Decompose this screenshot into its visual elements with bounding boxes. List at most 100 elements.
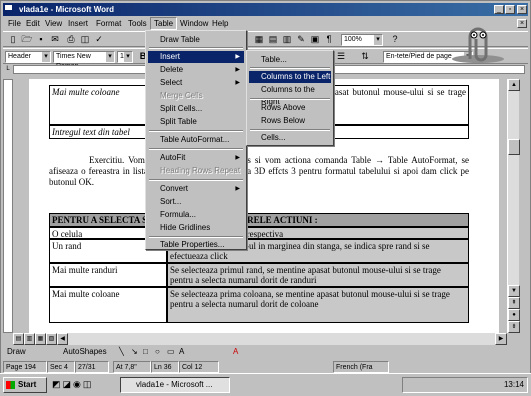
doc-close-icon[interactable]: × xyxy=(517,19,527,28)
maximize-icon[interactable]: ▫ xyxy=(505,5,515,14)
scroll-thumb[interactable] xyxy=(508,139,520,155)
vertical-ruler[interactable] xyxy=(3,79,13,333)
switch-header-icon[interactable]: ⇅ xyxy=(359,51,371,62)
next-page-icon[interactable]: ⇟ xyxy=(508,321,520,333)
menu-item-table-properties[interactable]: Table Properties... xyxy=(148,239,244,251)
arrow-icon[interactable]: ↘ xyxy=(131,345,138,359)
style-select[interactable]: Header xyxy=(5,51,51,63)
web-view-icon[interactable]: ▥ xyxy=(24,333,35,345)
menu-item-select[interactable]: Select ▶ xyxy=(148,77,244,89)
browse-object-icon[interactable]: ● xyxy=(508,309,520,321)
columns-icon[interactable]: ▥ xyxy=(281,34,293,45)
menu-item-heading-rows: Heading Rows Repeat xyxy=(160,166,241,175)
menu-item-insert[interactable]: Insert ▶ xyxy=(148,51,244,63)
new-icon[interactable]: ▯ xyxy=(7,34,19,45)
save-icon[interactable]: ▪ xyxy=(35,34,47,45)
drawing-icon[interactable]: ✎ xyxy=(295,34,307,45)
menu-table[interactable]: Table xyxy=(150,17,178,30)
system-tray: 13:14 xyxy=(402,377,528,393)
scroll-up-icon[interactable]: ▲ xyxy=(508,79,520,91)
tables-icon[interactable]: ▦ xyxy=(253,34,265,45)
status-column: Col 12 xyxy=(179,361,219,373)
menu-item-draw-table[interactable]: Draw Table xyxy=(148,34,244,46)
outline-view-icon[interactable]: ▧ xyxy=(46,333,57,345)
print-icon[interactable]: ⎙ xyxy=(65,34,77,45)
menu-item-rows-below[interactable]: Rows Below xyxy=(249,115,331,127)
submenu-arrow-icon: ▶ xyxy=(235,155,240,161)
insert-submenu: Table... Columns to the Left Columns to … xyxy=(246,50,334,146)
windows-logo-icon xyxy=(6,381,15,389)
help-icon[interactable]: ? xyxy=(389,34,401,45)
word-app-icon xyxy=(4,4,13,11)
tab-selector-icon[interactable]: L xyxy=(3,65,13,74)
scroll-right-icon[interactable]: ▶ xyxy=(495,333,507,345)
table-cell[interactable]: Se selecteaza prima coloana, se mentine … xyxy=(167,287,469,323)
table-cell[interactable]: Se selecteaza primul rand, se mentine ap… xyxy=(167,263,469,287)
exercise-paragraph[interactable]: Exercitiu. Vom formata tabelul de mai su… xyxy=(49,155,469,188)
menu-tools[interactable]: Tools xyxy=(125,17,150,30)
email-icon[interactable]: ✉ xyxy=(49,34,61,45)
horizontal-scrollbar[interactable]: ▤ ▥ ▦ ▧ ◀ ▶ xyxy=(13,333,507,345)
size-select[interactable]: 10 xyxy=(117,51,133,63)
menu-format[interactable]: Format xyxy=(93,17,124,30)
menu-item-formula[interactable]: Formula... xyxy=(148,209,244,221)
office-assistant-icon[interactable] xyxy=(448,25,508,63)
excel-icon[interactable]: ▤ xyxy=(267,34,279,45)
minimize-icon[interactable]: _ xyxy=(494,5,504,14)
font-color-icon[interactable]: A xyxy=(233,345,238,359)
start-button[interactable]: Start xyxy=(3,377,47,393)
show-hide-icon[interactable]: ¶ xyxy=(323,34,335,45)
scroll-left-icon[interactable]: ◀ xyxy=(57,333,68,345)
drawing-toolbar: Draw AutoShapes ╲ ↘ □ ○ ▭ A A xyxy=(3,345,528,359)
vertical-scrollbar[interactable]: ▲ ▼ ⇞ ● ⇟ xyxy=(507,79,520,333)
draw-menu[interactable]: Draw xyxy=(7,345,26,359)
textbox-icon[interactable]: ▭ xyxy=(167,345,175,359)
table-cell[interactable]: Mai multe randuri xyxy=(49,263,167,287)
status-language: French (Fra xyxy=(333,361,389,373)
scroll-down-icon[interactable]: ▼ xyxy=(508,285,520,297)
menu-item-columns-left[interactable]: Columns to the Left xyxy=(249,71,331,83)
autoshapes-menu[interactable]: AutoShapes xyxy=(63,345,107,359)
menu-item-autofit[interactable]: AutoFit ▶ xyxy=(148,152,244,164)
menu-item-autoformat[interactable]: Table AutoFormat... xyxy=(148,134,244,146)
field-icon[interactable]: ☰ xyxy=(335,51,347,62)
print-view-icon[interactable]: ▦ xyxy=(35,333,46,345)
menu-item-rows-above[interactable]: Rows Above xyxy=(249,102,331,114)
menu-item-convert[interactable]: Convert ▶ xyxy=(148,183,244,195)
menu-item-insert-cells[interactable]: Cells... xyxy=(249,132,331,144)
rectangle-icon[interactable]: □ xyxy=(143,345,148,359)
menu-file[interactable]: File xyxy=(5,17,24,30)
title-bar: vlada1e - Microsoft Word xyxy=(3,3,528,16)
menu-item-columns-right[interactable]: Columns to the Right xyxy=(249,84,331,106)
preview-icon[interactable]: ◫ xyxy=(79,34,91,45)
menu-item-sort[interactable]: Sort... xyxy=(148,196,244,208)
menu-item-hide-gridlines[interactable]: Hide Gridlines xyxy=(148,222,244,234)
docmap-icon[interactable]: ▣ xyxy=(309,34,321,45)
menu-window[interactable]: Window xyxy=(177,17,211,30)
status-bar: Page 194 Sec 4 27/31 At 7,8" Ln 36 Col 1… xyxy=(3,361,528,373)
zoom-select[interactable]: 100% xyxy=(341,34,383,46)
font-select[interactable]: Times New Roman xyxy=(53,51,115,70)
menu-item-insert-table[interactable]: Table... xyxy=(249,54,331,66)
menu-edit[interactable]: Edit xyxy=(23,17,43,30)
menu-help[interactable]: Help xyxy=(209,17,231,30)
open-icon[interactable]: 🗁 xyxy=(21,34,33,45)
taskbar-word-button[interactable]: vlada1e - Microsoft ... xyxy=(120,377,230,393)
menu-insert[interactable]: Insert xyxy=(65,17,91,30)
prev-page-icon[interactable]: ⇞ xyxy=(508,297,520,309)
menu-view[interactable]: View xyxy=(42,17,65,30)
quick-launch[interactable]: ◩◪◉◫ xyxy=(52,379,116,391)
word-window: vlada1e - Microsoft Word _ ▫ × File Edit… xyxy=(0,0,531,396)
menu-item-split-table[interactable]: Split Table xyxy=(148,116,244,128)
menu-item-delete[interactable]: Delete ▶ xyxy=(148,64,244,76)
line-icon[interactable]: ╲ xyxy=(119,345,124,359)
oval-icon[interactable]: ○ xyxy=(155,345,160,359)
menu-item-split-cells[interactable]: Split Cells... xyxy=(148,103,244,115)
normal-view-icon[interactable]: ▤ xyxy=(13,333,24,345)
spelling-icon[interactable]: ✓ xyxy=(93,34,105,45)
submenu-arrow-icon: ▶ xyxy=(235,67,240,73)
table-header[interactable]: PENTRU A SELECTA SE EXECUTA URMATOARELE … xyxy=(49,213,469,227)
table-cell[interactable]: Mai multe coloane xyxy=(49,287,167,323)
close-icon[interactable]: × xyxy=(517,5,527,14)
wordart-icon[interactable]: A xyxy=(179,345,184,359)
